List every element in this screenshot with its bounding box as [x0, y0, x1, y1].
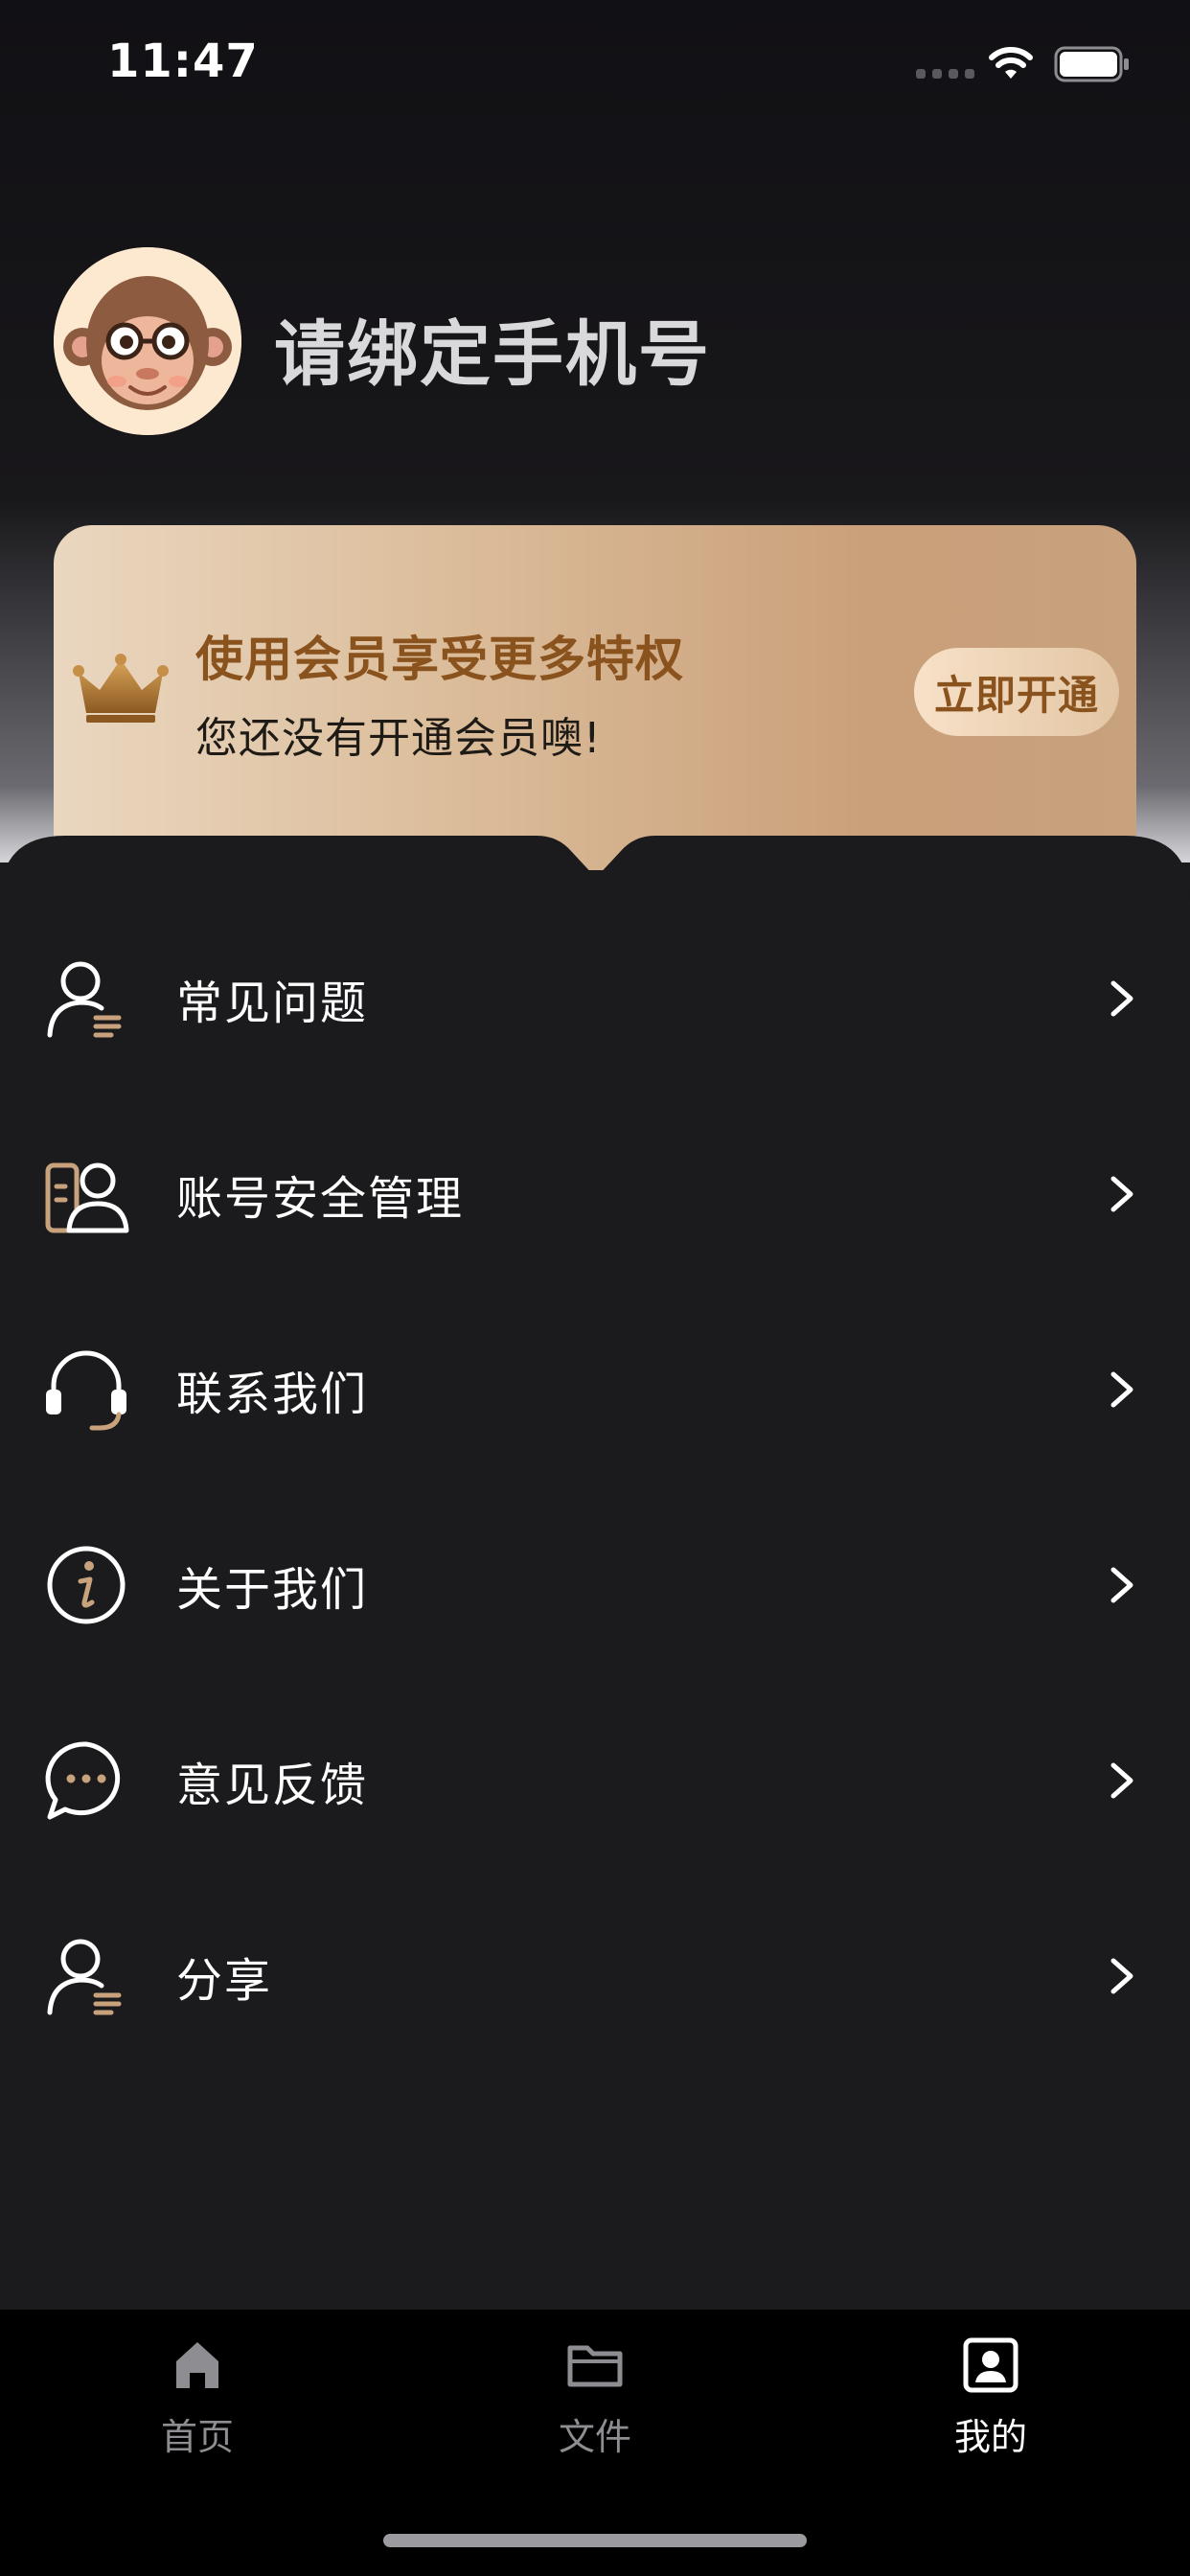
menu-sheet: 常见问题 账号安全管理 联系我们 关于我们 意见反馈 分享 — [0, 834, 1190, 2310]
menu-item-label: 关于我们 — [176, 1563, 369, 1617]
tab-label: 首页 — [160, 2416, 234, 2458]
membership-card[interactable]: 使用会员享受更多特权 您还没有开通会员噢! 立即开通 — [54, 525, 1136, 870]
account-security-icon — [45, 1162, 129, 1233]
menu-item-account-security[interactable]: 账号安全管理 — [0, 1096, 1190, 1292]
home-indicator[interactable] — [383, 2534, 807, 2547]
crown-icon — [73, 654, 169, 723]
chevron-right-icon — [1110, 1371, 1133, 1408]
chevron-right-icon — [1110, 1567, 1133, 1603]
menu-item-feedback[interactable]: 意见反馈 — [0, 1683, 1190, 1878]
home-icon — [176, 2342, 218, 2388]
membership-title: 使用会员享受更多特权 — [195, 632, 684, 687]
menu-item-label: 意见反馈 — [176, 1759, 369, 1812]
chevron-right-icon — [1110, 1762, 1133, 1799]
menu-item-contact-us[interactable]: 联系我们 — [0, 1292, 1190, 1487]
menu-item-about-us[interactable]: 关于我们 — [0, 1487, 1190, 1683]
battery-icon — [1054, 46, 1129, 82]
menu-item-faq[interactable]: 常见问题 — [0, 901, 1190, 1096]
avatar[interactable] — [54, 247, 241, 435]
monkey-avatar-icon — [54, 247, 241, 435]
menu-list: 常见问题 账号安全管理 联系我们 关于我们 意见反馈 分享 — [0, 901, 1190, 2074]
profile-card-icon — [963, 2337, 1018, 2393]
status-time: 11:47 — [107, 34, 259, 88]
menu-item-label: 联系我们 — [176, 1368, 369, 1421]
chevron-right-icon — [1110, 1176, 1133, 1212]
folder-icon — [567, 2345, 623, 2387]
tab-label: 我的 — [953, 2416, 1027, 2458]
user-list-icon — [47, 961, 122, 1038]
chevron-right-icon — [1110, 980, 1133, 1017]
info-icon — [47, 1546, 126, 1624]
status-bar: 11:47 — [0, 0, 1190, 134]
menu-item-label: 常见问题 — [176, 977, 369, 1030]
cellular-signal-icon — [916, 69, 974, 79]
membership-subtitle: 您还没有开通会员噢! — [195, 714, 602, 763]
tab-home[interactable]: 首页 — [92, 2336, 303, 2480]
activate-membership-button[interactable]: 立即开通 — [914, 648, 1119, 736]
menu-item-label: 账号安全管理 — [176, 1172, 465, 1226]
menu-item-share[interactable]: 分享 — [0, 1878, 1190, 2074]
tab-files[interactable]: 文件 — [490, 2336, 700, 2480]
menu-item-label: 分享 — [176, 1954, 273, 2008]
chevron-right-icon — [1110, 1958, 1133, 1994]
tab-label: 文件 — [558, 2416, 631, 2458]
profile-screen: 11:47 请绑定手机号 使用会员享受更多特权 您还没有开通会员噢! 立即开通 … — [0, 0, 1190, 2576]
wifi-icon — [989, 47, 1033, 79]
chat-bubble-icon — [45, 1741, 121, 1820]
headset-icon — [46, 1350, 126, 1431]
bind-phone-title[interactable]: 请绑定手机号 — [274, 297, 711, 400]
user-list-icon — [47, 1939, 122, 2015]
tab-mine[interactable]: 我的 — [885, 2336, 1096, 2480]
